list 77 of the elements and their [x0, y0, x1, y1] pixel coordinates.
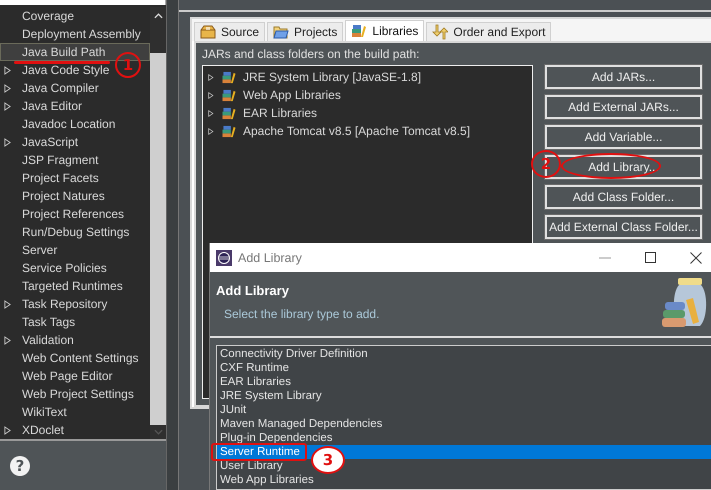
- books-icon: [351, 24, 368, 38]
- property-page-item[interactable]: Web Project Settings: [0, 385, 137, 403]
- books-icon: [221, 88, 237, 102]
- library-entry[interactable]: Apache Tomcat v8.5 [Apache Tomcat v8.5]: [203, 122, 532, 140]
- help-button[interactable]: ?: [10, 456, 30, 476]
- expand-arrow-icon[interactable]: [4, 102, 11, 111]
- add-button[interactable]: Add Variable...: [545, 125, 702, 149]
- books-icon: [221, 70, 237, 84]
- library-entry[interactable]: Web App Libraries: [203, 86, 532, 104]
- library-type-item[interactable]: JRE System Library: [217, 389, 322, 403]
- property-page-item[interactable]: Deployment Assembly: [0, 25, 144, 43]
- library-type-item[interactable]: Plug-in Dependencies: [217, 431, 333, 445]
- library-type-item[interactable]: Connectivity Driver Definition: [217, 347, 368, 361]
- property-page-item[interactable]: Service Policies: [0, 259, 110, 277]
- package-icon: [200, 25, 216, 39]
- step-number: 1: [115, 52, 141, 78]
- books-icon: [221, 124, 237, 138]
- property-page-item[interactable]: Java Compiler: [0, 79, 102, 97]
- tab[interactable]: Libraries: [345, 20, 424, 41]
- property-page-item[interactable]: JavaScript: [0, 133, 82, 151]
- expand-arrow-icon[interactable]: [4, 84, 11, 93]
- property-page-item[interactable]: Project Facets: [0, 169, 102, 187]
- tab[interactable]: Source: [194, 22, 266, 41]
- minimize-icon[interactable]: [599, 256, 611, 258]
- tab[interactable]: Order and Export: [426, 22, 552, 41]
- expand-arrow-icon[interactable]: [208, 90, 215, 100]
- property-page-item[interactable]: Java Code Style: [0, 61, 112, 79]
- add-button[interactable]: Add External Class Folder...: [545, 215, 702, 239]
- property-page-item[interactable]: Javadoc Location: [0, 115, 118, 133]
- property-page-item[interactable]: Targeted Runtimes: [0, 277, 126, 295]
- expand-arrow-icon[interactable]: [208, 126, 215, 136]
- property-page-item[interactable]: WikiText: [0, 403, 70, 421]
- library-type-item[interactable]: Web App Libraries: [217, 473, 314, 487]
- expand-arrow-icon[interactable]: [4, 336, 11, 345]
- dialog-description: Select the library type to add.: [224, 307, 380, 321]
- property-page-item[interactable]: Project References: [0, 205, 128, 223]
- property-page-item[interactable]: Web Page Editor: [0, 367, 116, 385]
- property-page-item[interactable]: Project Natures: [0, 187, 108, 205]
- property-page-item[interactable]: Web Content Settings: [0, 349, 142, 367]
- property-page-item[interactable]: XDoclet: [0, 421, 68, 439]
- close-icon[interactable]: [690, 252, 702, 264]
- property-page-item[interactable]: JSP Fragment: [0, 151, 102, 169]
- property-page-item[interactable]: Coverage: [0, 7, 78, 25]
- expand-arrow-icon[interactable]: [208, 72, 215, 82]
- expand-arrow-icon[interactable]: [208, 108, 215, 118]
- library-type-item[interactable]: JUnit: [217, 403, 246, 417]
- filter-field[interactable]: [0, 0, 166, 5]
- maximize-icon[interactable]: [645, 252, 656, 263]
- library-entry[interactable]: EAR Libraries: [203, 104, 532, 122]
- tab[interactable]: Projects: [267, 22, 344, 41]
- dialog-heading: Add Library: [216, 283, 290, 298]
- library-type-item[interactable]: CXF Runtime: [217, 361, 290, 375]
- expand-arrow-icon[interactable]: [4, 426, 11, 435]
- window-title: Add Library: [238, 250, 302, 264]
- folder-icon: [273, 25, 290, 39]
- scrollbar[interactable]: [150, 7, 166, 439]
- property-page-item[interactable]: Run/Debug Settings: [0, 223, 132, 241]
- property-page-item[interactable]: Java Editor: [0, 97, 86, 115]
- eclipse-icon: [216, 250, 232, 266]
- up-down-arrows-icon: [432, 24, 448, 40]
- expand-arrow-icon[interactable]: [4, 138, 11, 147]
- property-page-item[interactable]: Task Tags: [0, 313, 78, 331]
- add-button[interactable]: Add JARs...: [545, 65, 702, 89]
- property-page-item[interactable]: Task Repository: [0, 295, 110, 313]
- property-page-item[interactable]: Validation: [0, 331, 77, 349]
- library-entry[interactable]: JRE System Library [JavaSE-1.8]: [203, 68, 532, 86]
- library-type-item[interactable]: EAR Libraries: [217, 375, 291, 389]
- build-path-caption: JARs and class folders on the build path:: [202, 47, 420, 63]
- books-icon: [221, 106, 237, 120]
- property-page-item[interactable]: Server: [0, 241, 60, 259]
- library-type-item[interactable]: User Library: [217, 459, 283, 473]
- expand-arrow-icon[interactable]: [4, 66, 11, 75]
- scroll-up-icon[interactable]: [154, 13, 162, 19]
- add-button[interactable]: Add Class Folder...: [545, 185, 702, 209]
- add-button[interactable]: Add External JARs...: [545, 95, 702, 119]
- library-type-item[interactable]: Maven Managed Dependencies: [217, 417, 382, 431]
- expand-arrow-icon[interactable]: [4, 300, 11, 309]
